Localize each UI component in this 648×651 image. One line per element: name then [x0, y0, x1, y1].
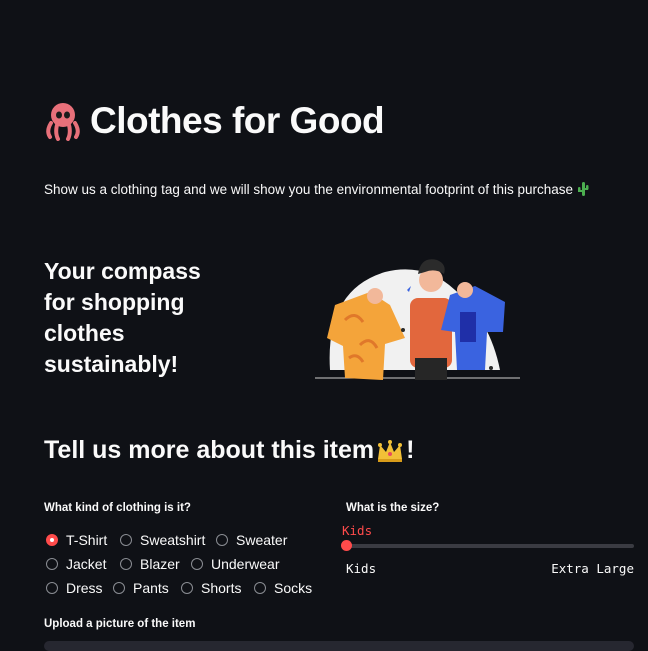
shopping-illustration	[315, 259, 520, 380]
radio-jacket[interactable]: Jacket	[46, 556, 106, 572]
radio-pants[interactable]: Pants	[113, 580, 169, 596]
cactus-icon	[578, 182, 589, 196]
radio-label: Sweatshirt	[140, 532, 206, 548]
radio-sweater[interactable]: Sweater	[216, 532, 287, 548]
subtitle: Show us a clothing tag and we will show …	[44, 181, 589, 197]
radio-circle[interactable]	[113, 582, 125, 594]
radio-circle[interactable]	[181, 582, 193, 594]
crown-icon	[378, 439, 403, 462]
radio-blazer[interactable]: Blazer	[120, 556, 180, 572]
file-uploader[interactable]	[44, 641, 634, 651]
size-slider-value: Kids	[342, 523, 373, 538]
section-title-punct: !	[406, 436, 415, 464]
radio-circle[interactable]	[216, 534, 228, 546]
kind-label: What kind of clothing is it?	[44, 502, 191, 514]
radio-circle[interactable]	[120, 558, 132, 570]
radio-circle[interactable]	[46, 582, 58, 594]
section-title: Tell us more about this item !	[44, 436, 414, 465]
radio-label: Dress	[66, 580, 103, 596]
radio-dress[interactable]: Dress	[46, 580, 103, 596]
size-slider-thumb[interactable]	[341, 540, 352, 551]
radio-sweatshirt[interactable]: Sweatshirt	[120, 532, 205, 548]
radio-label: T-Shirt	[66, 532, 108, 548]
subtitle-text: Show us a clothing tag and we will show …	[44, 181, 574, 197]
radio-label: Sweater	[236, 532, 288, 548]
radio-circle[interactable]	[120, 534, 132, 546]
octopus-icon	[46, 103, 80, 141]
size-min-label: Kids	[346, 561, 377, 576]
size-label: What is the size?	[346, 502, 440, 514]
page-title: Clothes for Good	[44, 100, 385, 142]
radio-circle-selected[interactable]	[46, 534, 58, 546]
upload-label: Upload a picture of the item	[44, 618, 196, 630]
tagline: Your compass for shopping clothes sustai…	[44, 258, 201, 377]
radio-circle[interactable]	[46, 558, 58, 570]
radio-label: Underwear	[211, 556, 280, 572]
radio-underwear[interactable]: Underwear	[191, 556, 279, 572]
radio-label: Pants	[133, 580, 169, 596]
radio-label: Jacket	[66, 556, 107, 572]
radio-label: Socks	[274, 580, 313, 596]
radio-circle[interactable]	[191, 558, 203, 570]
size-max-label: Extra Large	[551, 561, 634, 576]
radio-label: Blazer	[140, 556, 180, 572]
radio-label: Shorts	[201, 580, 242, 596]
radio-shorts[interactable]: Shorts	[181, 580, 241, 596]
size-slider-track[interactable]	[346, 544, 634, 548]
radio-circle[interactable]	[254, 582, 266, 594]
radio-tshirt[interactable]: T-Shirt	[46, 532, 107, 548]
section-title-text: Tell us more about this item	[44, 436, 375, 464]
title-text: Clothes for Good	[90, 100, 385, 141]
radio-socks[interactable]: Socks	[254, 580, 312, 596]
